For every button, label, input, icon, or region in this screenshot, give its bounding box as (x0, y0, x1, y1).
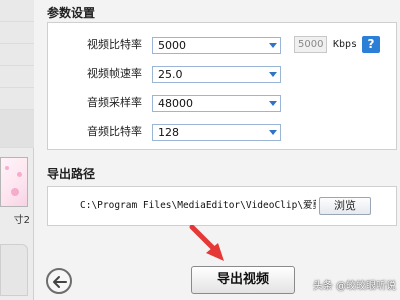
browse-button[interactable]: 浏览 (319, 197, 371, 215)
left-sidebar: 寸2 (0, 0, 34, 300)
export-settings-panel: 参数设置 视频比特率 5000 5000 Kbps ? 视频帧速率 25.0 音… (38, 0, 400, 300)
sidebar-row[interactable] (0, 0, 34, 22)
arrow-left-icon (53, 276, 67, 288)
sidebar-row[interactable] (0, 88, 34, 110)
video-bitrate-label: 视频比特率 (87, 38, 142, 51)
frame-rate-value: 25.0 (158, 68, 183, 81)
video-bitrate-select[interactable]: 5000 (152, 37, 281, 54)
audio-sample-rate-value: 48000 (158, 97, 193, 110)
thumbnail-caption: 寸2 (13, 215, 30, 226)
audio-bitrate-value: 128 (158, 126, 179, 139)
thumbnail-petal (11, 188, 19, 196)
video-thumbnail[interactable] (0, 157, 28, 207)
chevron-down-icon[interactable] (269, 72, 277, 77)
params-group: 视频比特率 5000 5000 Kbps ? 视频帧速率 25.0 音频采样率 … (47, 22, 397, 150)
back-button[interactable] (46, 268, 72, 294)
chevron-down-icon[interactable] (269, 101, 277, 106)
frame-rate-label: 视频帧速率 (87, 67, 142, 80)
audio-bitrate-select[interactable]: 128 (152, 124, 281, 141)
sidebar-row[interactable] (0, 44, 34, 66)
sidebar-row[interactable] (0, 110, 34, 148)
watermark-prefix: 头条 (312, 281, 333, 292)
thumbnail-petal (17, 172, 22, 177)
frame-rate-select[interactable]: 25.0 (152, 66, 281, 83)
sidebar-row[interactable] (0, 66, 34, 88)
video-bitrate-value: 5000 (158, 39, 186, 52)
chevron-down-icon[interactable] (269, 43, 277, 48)
custom-bitrate-input[interactable]: 5000 (294, 36, 327, 53)
sidebar-row[interactable] (0, 22, 34, 44)
audio-bitrate-label: 音频比特率 (87, 125, 142, 138)
export-video-button[interactable]: 导出视频 (191, 266, 295, 294)
params-section-title: 参数设置 (47, 6, 96, 20)
annotation-arrow-icon (189, 225, 224, 261)
chevron-down-icon[interactable] (269, 130, 277, 135)
watermark-user: @皎皎眼听说 (336, 281, 396, 292)
audio-sample-rate-select[interactable]: 48000 (152, 95, 281, 112)
watermark: 头条 @皎皎眼听说 (313, 277, 396, 292)
question-icon[interactable]: ? (362, 36, 380, 53)
audio-sample-rate-label: 音频采样率 (87, 96, 142, 109)
sidebar-bottom-panel (0, 244, 28, 296)
bitrate-unit-label: Kbps (333, 39, 358, 50)
export-path-field[interactable]: C:\Program Files\MediaEditor\VideoClip\爱… (80, 199, 316, 213)
export-path-title: 导出路径 (47, 167, 96, 181)
thumbnail-petal (5, 166, 9, 170)
